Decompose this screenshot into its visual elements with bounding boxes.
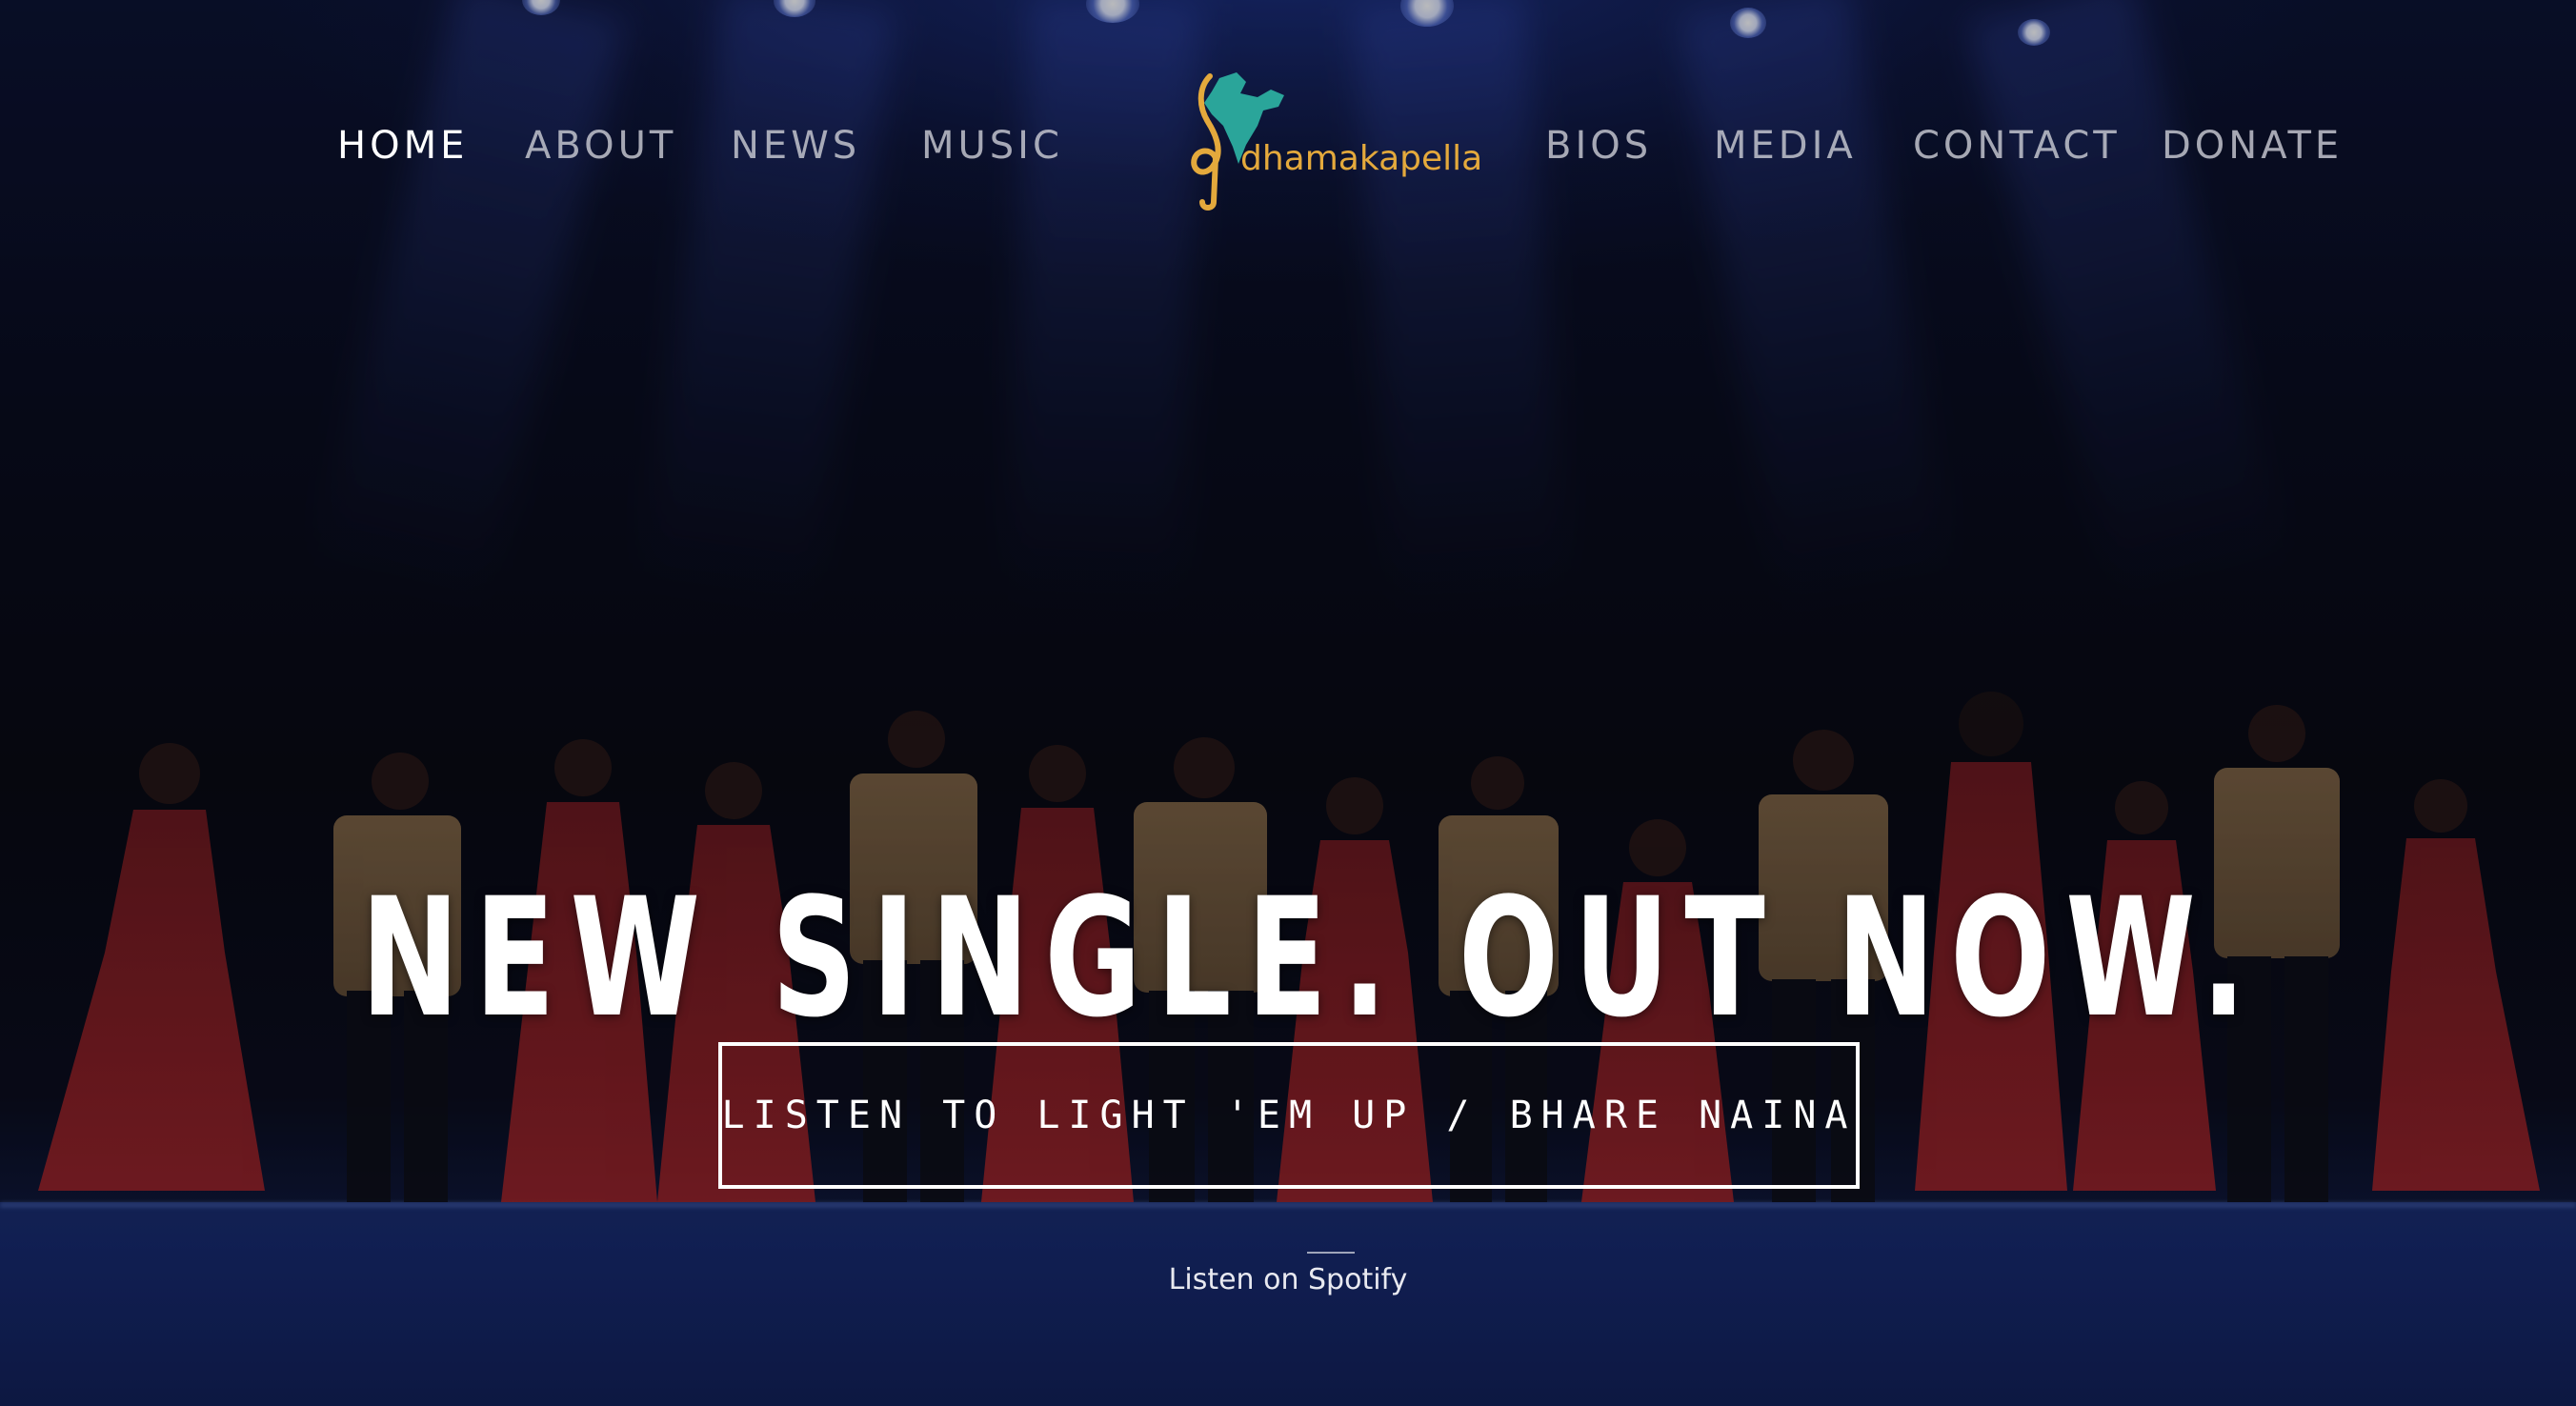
spotify-link[interactable]: Listen on Spotify (0, 1263, 2576, 1296)
site-logo[interactable]: dhamakapella (1177, 69, 1482, 211)
treble-clef-icon (1191, 73, 1221, 211)
hero-headline: NEW SINGLE. OUT NOW. (360, 862, 2262, 1054)
nav-home[interactable]: HOME (337, 124, 468, 168)
nav-music[interactable]: MUSIC (921, 124, 1063, 168)
spotify-divider (1307, 1252, 1355, 1254)
nav-bios[interactable]: BIOS (1545, 124, 1652, 168)
listen-cta-label: LISTEN TO LIGHT 'EM UP / BHARE NAINA (721, 1094, 1857, 1137)
nav-contact[interactable]: CONTACT (1913, 124, 2121, 168)
nav-donate[interactable]: DONATE (2162, 124, 2343, 168)
listen-cta-button[interactable]: LISTEN TO LIGHT 'EM UP / BHARE NAINA (718, 1042, 1860, 1189)
nav-about[interactable]: ABOUT (525, 124, 676, 168)
nav-media[interactable]: MEDIA (1714, 124, 1857, 168)
logo-wordmark: dhamakapella (1240, 139, 1483, 178)
nav-news[interactable]: NEWS (731, 124, 860, 168)
hero-section: HOME ABOUT NEWS MUSIC dhamakapella BIOS … (0, 0, 2576, 1406)
main-nav: HOME ABOUT NEWS MUSIC dhamakapella BIOS … (0, 0, 2576, 305)
